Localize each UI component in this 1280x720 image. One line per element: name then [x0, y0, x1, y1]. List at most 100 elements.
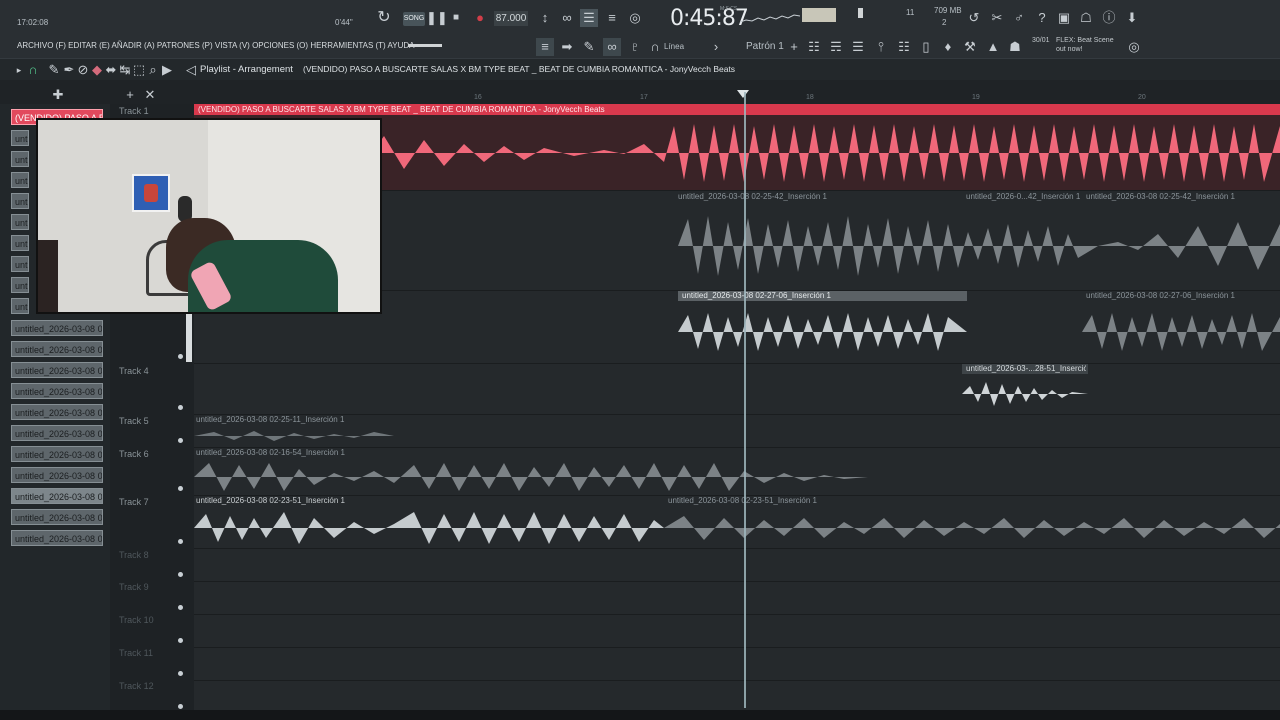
- pattern-item[interactable]: untitled_2026-03-08 02-...: [11, 509, 103, 525]
- playhead-line[interactable]: [744, 92, 746, 708]
- pattern-item[interactable]: unti: [11, 151, 29, 167]
- channel-rack-icon[interactable]: ☴: [827, 38, 845, 56]
- pattern-item[interactable]: unti: [11, 214, 29, 230]
- blend-icon[interactable]: ≡: [603, 9, 621, 27]
- playlist-view-label[interactable]: Playlist - Arrangement: [200, 64, 293, 75]
- pattern-item[interactable]: unti: [11, 172, 29, 188]
- add-pattern-icon[interactable]: +: [785, 38, 803, 56]
- pattern-item[interactable]: untitled_2026-03-08 02-...: [11, 467, 103, 483]
- cut-icon[interactable]: ✂: [988, 9, 1006, 27]
- stats-icon[interactable]: ▲: [984, 38, 1002, 56]
- pattern-item[interactable]: untitled_2026-03-08 02-...: [11, 488, 103, 504]
- menu-edit[interactable]: EDITAR (E): [68, 41, 110, 50]
- track-mute-dot[interactable]: [178, 572, 183, 577]
- track-label[interactable]: Track 6: [119, 449, 149, 459]
- vertical-scrollbar[interactable]: [186, 314, 192, 362]
- mixer-icon[interactable]: ☷: [805, 38, 823, 56]
- arrow-right-icon[interactable]: ➡: [558, 38, 576, 56]
- countdown-icon[interactable]: ◎: [626, 9, 644, 27]
- track-mute-dot[interactable]: [178, 704, 183, 709]
- loop-record-icon[interactable]: ∞: [558, 9, 576, 27]
- pattern-item[interactable]: untitled_2026-03-08 02-...: [11, 341, 103, 357]
- pause-icon[interactable]: ❚❚: [426, 9, 448, 27]
- playhead-marker[interactable]: [737, 90, 749, 98]
- chevron-right-icon[interactable]: ›: [707, 38, 725, 56]
- pattern-item[interactable]: unti: [11, 298, 29, 314]
- speaker-icon[interactable]: ◁: [182, 61, 200, 79]
- pattern-item[interactable]: untitled_2026-03-08 02-...: [11, 530, 103, 546]
- pattern-item[interactable]: untitled_2026-03-08 02-...: [11, 362, 103, 378]
- track-mute-dot[interactable]: [178, 539, 183, 544]
- help-icon[interactable]: ?: [1033, 9, 1051, 27]
- tools-icon[interactable]: ⚒: [961, 38, 979, 56]
- track-label[interactable]: Track 11: [119, 648, 153, 658]
- track-label[interactable]: Track 9: [119, 582, 149, 592]
- main-volume-slider[interactable]: [408, 44, 442, 47]
- link-icon[interactable]: ∞: [603, 38, 621, 56]
- track-mute-dot[interactable]: [178, 405, 183, 410]
- track-label[interactable]: Track 1: [119, 106, 149, 116]
- save-icon[interactable]: ▣: [1055, 9, 1073, 27]
- globe-icon[interactable]: ◎: [1125, 38, 1143, 56]
- download-icon[interactable]: ⬇: [1123, 9, 1141, 27]
- track-mute-dot[interactable]: [178, 354, 183, 359]
- pattern-item[interactable]: untitled_2026-03-08 02-...: [11, 383, 103, 399]
- pattern-item[interactable]: untitled_2026-03-08 02-...: [11, 320, 103, 336]
- pattern-item[interactable]: unti: [11, 235, 29, 251]
- metronome-icon[interactable]: ↻: [375, 9, 393, 27]
- track-label[interactable]: Track 8: [119, 550, 149, 560]
- plugin-icon[interactable]: ☖: [1077, 9, 1095, 27]
- add-track-icon[interactable]: +: [121, 86, 139, 104]
- track-label[interactable]: Track 12: [119, 681, 154, 691]
- news-text[interactable]: FLEX: Beat Scene out now!: [1056, 36, 1124, 54]
- pattern-song-icon[interactable]: ↕: [536, 9, 554, 27]
- pattern-item[interactable]: untitled_2026-03-08 02-...: [11, 446, 103, 462]
- snap-selector[interactable]: Línea: [664, 42, 684, 51]
- pattern-item[interactable]: unti: [11, 277, 29, 293]
- file-icon[interactable]: ▯: [917, 38, 935, 56]
- cart-icon[interactable]: ☗: [1006, 38, 1024, 56]
- track-label[interactable]: Track 7: [119, 497, 149, 507]
- magnet-snap-icon[interactable]: ∩: [24, 61, 42, 79]
- track-mute-dot[interactable]: [178, 671, 183, 676]
- close-icon[interactable]: ✕: [141, 86, 159, 104]
- menu-tools[interactable]: HERRAMIENTAS (T): [310, 41, 385, 50]
- track-label[interactable]: Track 10: [119, 615, 154, 625]
- record-button[interactable]: ●: [471, 9, 489, 27]
- mic-icon[interactable]: ♂: [1010, 9, 1028, 27]
- menu-options[interactable]: OPCIONES (O): [252, 41, 308, 50]
- info-icon[interactable]: ⓘ: [1100, 9, 1118, 27]
- stamp-icon[interactable]: ♇: [626, 38, 644, 56]
- track-label[interactable]: Track 5: [119, 416, 149, 426]
- pattern-item[interactable]: unti: [11, 256, 29, 272]
- pattern-item[interactable]: untitled_2026-03-08 02-...: [11, 425, 103, 441]
- menu-patterns[interactable]: PATRONES (P): [157, 41, 213, 50]
- pattern-selector[interactable]: Patrón 1: [746, 41, 784, 52]
- piano-roll-icon[interactable]: ☰: [849, 38, 867, 56]
- track-mute-dot[interactable]: [178, 605, 183, 610]
- menu-add[interactable]: AÑADIR (A): [112, 41, 155, 50]
- plugin-picker-icon[interactable]: ♦: [939, 38, 957, 56]
- track-mute-dot[interactable]: [178, 638, 183, 643]
- move-icon[interactable]: ✚: [49, 86, 67, 104]
- undo-icon[interactable]: ↺: [965, 9, 983, 27]
- playlist-icon[interactable]: ≡: [536, 38, 554, 56]
- timeline-ruler[interactable]: ✚ + ✕ 16 17 18 19 20: [0, 80, 1280, 104]
- brush-icon[interactable]: ✎: [580, 38, 598, 56]
- track-mute-dot[interactable]: [178, 486, 183, 491]
- pattern-item[interactable]: untitled_2026-03-08 02-...: [11, 404, 103, 420]
- browser-icon[interactable]: ☷: [895, 38, 913, 56]
- magnet-icon[interactable]: ∩: [646, 38, 664, 56]
- menu-view[interactable]: VISTA (V): [215, 41, 250, 50]
- song-mode-toggle[interactable]: SONG: [403, 12, 425, 26]
- track-mute-dot[interactable]: [178, 438, 183, 443]
- menu-file[interactable]: ARCHIVO (F): [17, 41, 66, 50]
- track-label[interactable]: Track 4: [119, 366, 149, 376]
- master-level-knob[interactable]: [858, 8, 863, 18]
- pattern-item[interactable]: unti: [11, 193, 29, 209]
- bpm-display[interactable]: 87.000: [494, 11, 528, 26]
- step-edit-icon[interactable]: ☰: [580, 9, 598, 27]
- playback-icon[interactable]: ▶: [158, 61, 176, 79]
- pattern-item[interactable]: unti: [11, 130, 29, 146]
- stop-button[interactable]: ■: [447, 9, 465, 27]
